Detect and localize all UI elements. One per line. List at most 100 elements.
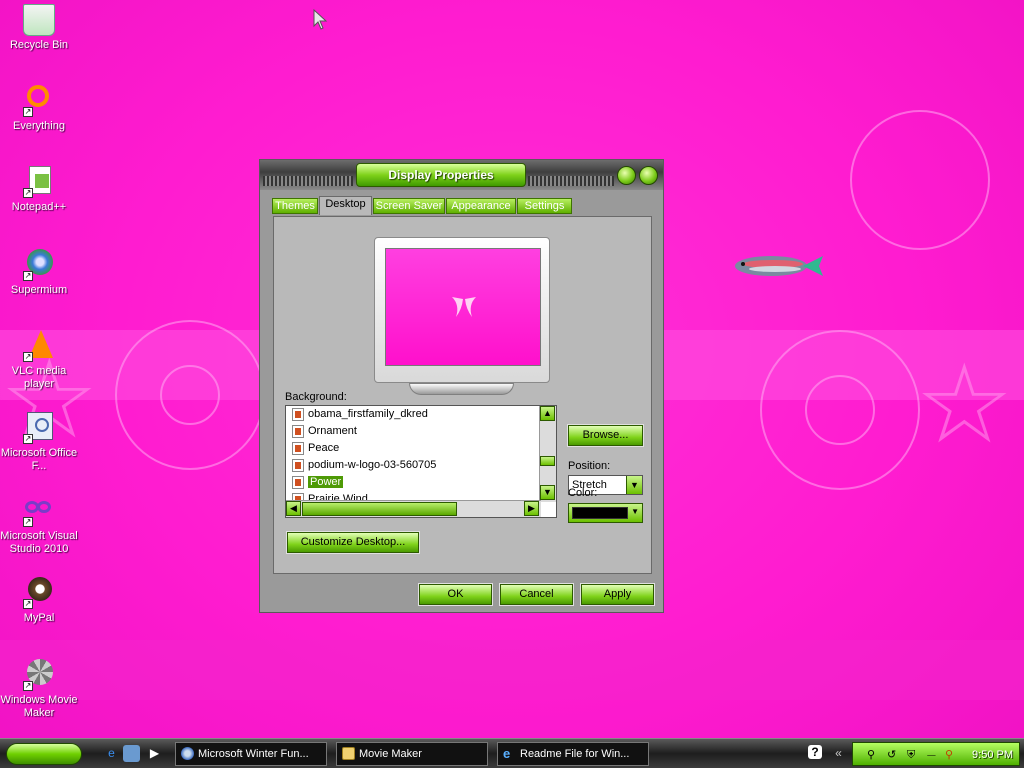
desktop-icon-vlc[interactable]: ↗ VLC media player (0, 330, 78, 391)
scroll-right-button[interactable]: ▶ (524, 501, 539, 516)
desktop-icon-movie-maker[interactable]: ↗ Windows Movie Maker (0, 659, 78, 720)
help-icon[interactable]: ? (808, 745, 822, 759)
display-properties-window: Display Properties Themes Desktop Screen… (259, 159, 664, 613)
desktop-icon-label: Microsoft Office F... (0, 447, 78, 472)
desktop-icon-mypal[interactable]: ↗ MyPal (0, 577, 78, 625)
background-list[interactable]: obama_firstfamily_dkred Ornament Peace p… (285, 405, 557, 518)
wallpaper-band (0, 640, 1024, 700)
taskbar-button[interactable]: Movie Maker (336, 742, 488, 766)
scroll-thumb[interactable] (540, 456, 555, 466)
color-label: Color: (568, 487, 598, 499)
play-icon[interactable]: ▶ (146, 745, 163, 762)
list-item-label: obama_firstfamily_dkred (308, 408, 428, 420)
desktop-icon-visual-studio[interactable]: ↗ Microsoft Visual Studio 2010 (0, 495, 78, 556)
help-button[interactable] (617, 166, 636, 185)
window-title: Display Properties (356, 163, 526, 187)
list-item[interactable]: podium-w-logo-03-560705 (286, 457, 556, 474)
title-bar[interactable]: Display Properties (260, 160, 663, 190)
desktop-icon-recycle-bin[interactable]: Recycle Bin (0, 4, 78, 52)
security-shield-icon[interactable]: ⛨ (907, 747, 915, 763)
ok-button[interactable]: OK (418, 583, 493, 606)
image-file-icon (292, 425, 304, 438)
chevron-down-icon[interactable]: ▼ (626, 476, 642, 494)
desktop-icon-label: Microsoft Visual Studio 2010 (0, 530, 78, 555)
start-button[interactable] (6, 743, 82, 765)
desktop-icon-label: MyPal (23, 612, 55, 624)
taskbar: e ▶ Microsoft Winter Fun... Movie Maker … (0, 738, 1024, 768)
browser-icon (181, 747, 194, 760)
desktop-icon-label: Recycle Bin (9, 39, 69, 51)
tab-themes[interactable]: Themes (272, 198, 318, 214)
volume-icon[interactable]: ⏤ (927, 747, 936, 763)
list-item[interactable]: Peace (286, 440, 556, 457)
office-icon: ↗ (23, 412, 55, 444)
image-file-icon (292, 476, 304, 489)
scroll-thumb[interactable] (302, 502, 457, 516)
ie-icon[interactable]: e (103, 745, 120, 762)
tab-appearance[interactable]: Appearance (446, 198, 516, 214)
horizontal-scrollbar[interactable]: ◀ ▶ (286, 500, 541, 517)
color-picker-button[interactable]: ▼ (568, 503, 643, 523)
supermium-icon: ↗ (23, 249, 55, 281)
chevron-down-icon: ▼ (631, 507, 639, 516)
taskbar-button-label: Microsoft Winter Fun... (198, 748, 309, 760)
tab-settings[interactable]: Settings (517, 198, 572, 214)
image-file-icon (292, 459, 304, 472)
ie-icon: e (503, 746, 511, 761)
list-item[interactable]: obama_firstfamily_dkred (286, 406, 556, 423)
desktop-icon-notepad[interactable]: ↗ Notepad++ (0, 166, 78, 214)
desktop-icon-label: Everything (13, 120, 65, 132)
monitor-preview (374, 237, 550, 383)
tab-desktop[interactable]: Desktop (319, 196, 372, 215)
notepad-plus-plus-icon: ↗ (23, 166, 55, 198)
wallpaper-swirl (805, 375, 875, 445)
list-item-label: Ornament (308, 425, 357, 437)
wallpaper-preview (385, 248, 541, 366)
scroll-down-button[interactable]: ▼ (540, 485, 555, 500)
collapse-tray-icon[interactable]: « (830, 745, 847, 762)
search-icon[interactable]: ⚲ (945, 747, 953, 763)
taskbar-button[interactable]: e Readme File for Win... (497, 742, 649, 766)
list-item-label: Power (308, 476, 344, 488)
vlc-icon: ↗ (23, 330, 55, 362)
media-icon[interactable] (123, 745, 140, 762)
desktop-fish-icon (735, 256, 823, 276)
recycle-bin-icon (23, 4, 55, 36)
image-file-icon (292, 408, 304, 421)
wallpaper-star: ☆ (915, 343, 1014, 466)
list-item[interactable]: Ornament (286, 423, 556, 440)
sync-icon[interactable]: ↺ (887, 747, 896, 763)
vertical-scrollbar[interactable]: ▲ ▼ (539, 406, 556, 502)
scroll-up-button[interactable]: ▲ (540, 406, 555, 421)
scroll-left-button[interactable]: ◀ (286, 501, 301, 516)
taskbar-button[interactable]: Microsoft Winter Fun... (175, 742, 327, 766)
visual-studio-icon: ↗ (23, 495, 55, 527)
mypal-icon: ↗ (23, 577, 55, 609)
desktop-icon-label: VLC media player (11, 365, 67, 390)
browse-button[interactable]: Browse... (567, 424, 644, 447)
color-swatch (572, 507, 628, 519)
desktop-icon-label: Supermium (10, 284, 68, 296)
network-icon[interactable]: ⚲ (867, 747, 875, 763)
image-file-icon (292, 442, 304, 455)
movie-maker-icon: ↗ (23, 659, 55, 691)
apply-button[interactable]: Apply (580, 583, 655, 606)
tab-screen-saver[interactable]: Screen Saver (373, 198, 445, 214)
desktop-icon-office[interactable]: ↗ Microsoft Office F... (0, 412, 78, 473)
desktop-icon-supermium[interactable]: ↗ Supermium (0, 249, 78, 297)
close-button[interactable] (639, 166, 658, 185)
clock[interactable]: 9:50 PM (972, 747, 1013, 763)
list-item-selected[interactable]: Power (286, 474, 556, 491)
system-tray: ⚲ ↺ ⛨ ⏤ ⚲ 9:50 PM (852, 742, 1020, 766)
cancel-button[interactable]: Cancel (499, 583, 574, 606)
folder-icon (342, 747, 355, 760)
everything-icon: ↗ (23, 85, 55, 117)
monitor-stand (409, 383, 514, 395)
title-grip (528, 176, 614, 186)
background-label: Background: (285, 391, 347, 403)
desktop-icon-everything[interactable]: ↗ Everything (0, 85, 78, 133)
customize-desktop-button[interactable]: Customize Desktop... (286, 531, 420, 554)
preview-logo-icon (452, 297, 476, 317)
wallpaper-swirl (160, 365, 220, 425)
taskbar-button-label: Readme File for Win... (520, 748, 630, 760)
